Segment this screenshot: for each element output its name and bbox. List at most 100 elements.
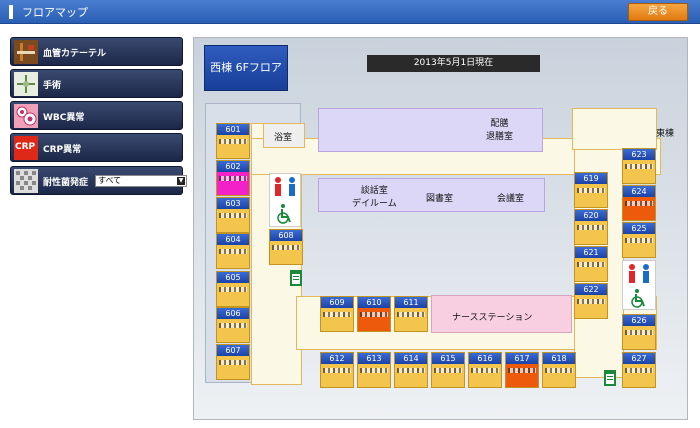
room-609[interactable]: 609	[320, 296, 354, 332]
room-617[interactable]: 617	[505, 352, 539, 388]
room-status-bar	[545, 368, 573, 373]
room-number: 620	[575, 210, 607, 221]
room-621[interactable]: 621	[574, 246, 608, 282]
room-625[interactable]: 625	[622, 222, 656, 258]
crp-icon-text: CRP	[15, 142, 36, 152]
room-627[interactable]: 627	[622, 352, 656, 388]
room-number: 627	[623, 353, 655, 364]
room-619[interactable]: 619	[574, 172, 608, 208]
room-606[interactable]: 606	[216, 307, 250, 343]
sidebar-item-wbc[interactable]: WBC異常	[10, 101, 183, 130]
room-number: 619	[575, 173, 607, 184]
room-603[interactable]: 603	[216, 197, 250, 233]
room-status-bar	[625, 368, 653, 373]
room-status-bar	[219, 323, 247, 328]
sidebar-item-crp[interactable]: CRP CRP異常	[10, 133, 183, 162]
bacteria-icon	[14, 169, 38, 193]
dispatch-room-label: 配膳 退膳室	[486, 119, 514, 142]
room-status-bar	[577, 225, 605, 230]
sidebar-item-resistant-bacteria[interactable]: 耐性菌発症 すべて ▼	[10, 166, 187, 195]
room-613[interactable]: 613	[357, 352, 391, 388]
bacteria-filter-value: すべて	[98, 176, 122, 185]
room-607[interactable]: 607	[216, 344, 250, 380]
floor-map: 西棟 6Fフロア 2013年5月1日現在 東棟 浴室 談話室 デイルーム 図書室…	[194, 38, 689, 421]
page-title: フロアマップ	[22, 6, 88, 19]
room-status-bar	[323, 312, 351, 317]
room-618[interactable]: 618	[542, 352, 576, 388]
room-601[interactable]: 601	[216, 123, 250, 159]
room-611[interactable]: 611	[394, 296, 428, 332]
room-612[interactable]: 612	[320, 352, 354, 388]
room-status-bar	[397, 312, 425, 317]
room-number: 613	[358, 353, 390, 364]
room-status-bar	[625, 238, 653, 243]
room-624[interactable]: 624	[622, 185, 656, 221]
room-number: 606	[217, 308, 249, 319]
room-number: 622	[575, 284, 607, 295]
room-status-bar	[219, 139, 247, 144]
room-status-bar	[625, 330, 653, 335]
room-status-bar	[360, 312, 388, 317]
room-number: 614	[395, 353, 427, 364]
room-608[interactable]: 608	[269, 229, 303, 265]
surgery-icon	[14, 72, 38, 96]
floor-map-panel: 西棟 6Fフロア 2013年5月1日現在 東棟 浴室 談話室 デイルーム 図書室…	[193, 37, 688, 420]
room-610[interactable]: 610	[357, 296, 391, 332]
room-status-bar	[219, 249, 247, 254]
room-number: 625	[623, 223, 655, 234]
crp-icon: CRP	[14, 136, 38, 160]
room-status-bar	[272, 245, 300, 250]
room-616[interactable]: 616	[468, 352, 502, 388]
room-number: 621	[575, 247, 607, 258]
room-626[interactable]: 626	[622, 314, 656, 350]
room-status-bar	[625, 201, 653, 206]
room-status-bar	[397, 368, 425, 373]
building-title: 西棟 6Fフロア	[204, 45, 288, 91]
room-number: 601	[217, 124, 249, 135]
catheter-icon	[14, 40, 38, 64]
room-status-bar	[219, 287, 247, 292]
sidebar-item-surgery[interactable]: 手術	[10, 69, 183, 98]
sidebar-item-label: CRP異常	[43, 145, 82, 155]
room-number: 607	[217, 345, 249, 356]
meeting-room-label: 会議室	[497, 194, 525, 204]
room-status-bar	[471, 368, 499, 373]
room-605[interactable]: 605	[216, 271, 250, 307]
sidebar-item-catheter[interactable]: 血管カテーテル	[10, 37, 183, 66]
room-602[interactable]: 602	[216, 160, 250, 196]
room-604[interactable]: 604	[216, 233, 250, 269]
room-status-bar	[360, 368, 388, 373]
room-number: 624	[623, 186, 655, 197]
restroom-west	[269, 173, 301, 227]
room-620[interactable]: 620	[574, 209, 608, 245]
room-number: 626	[623, 315, 655, 326]
bacteria-filter-select[interactable]: すべて ▼	[95, 175, 187, 187]
back-button[interactable]: 戻る	[628, 3, 688, 21]
chevron-down-icon: ▼	[177, 177, 185, 185]
sidebar-item-label: 耐性菌発症	[43, 178, 89, 188]
room-623[interactable]: 623	[622, 148, 656, 184]
room-number: 605	[217, 272, 249, 283]
room-615[interactable]: 615	[431, 352, 465, 388]
room-number: 603	[217, 198, 249, 209]
room-number: 604	[217, 234, 249, 245]
nurse-station-label: ナースステーション	[452, 313, 533, 323]
wbc-icon	[14, 104, 38, 128]
room-status-bar	[219, 176, 247, 181]
date-label: 2013年5月1日現在	[367, 55, 540, 72]
room-622[interactable]: 622	[574, 283, 608, 319]
east-wing-label: 東棟	[656, 129, 675, 139]
room-number: 623	[623, 149, 655, 160]
elevator-icon	[290, 270, 302, 286]
room-number: 617	[506, 353, 538, 364]
room-status-bar	[625, 164, 653, 169]
title-bar: フロアマップ 戻る	[0, 0, 700, 24]
sidebar-item-label: 手術	[43, 81, 62, 91]
room-status-bar	[577, 262, 605, 267]
room-status-bar	[577, 299, 605, 304]
room-status-bar	[323, 368, 351, 373]
title-mark	[9, 5, 13, 19]
sidebar-item-label: WBC異常	[43, 113, 85, 123]
room-614[interactable]: 614	[394, 352, 428, 388]
room-number: 611	[395, 297, 427, 308]
